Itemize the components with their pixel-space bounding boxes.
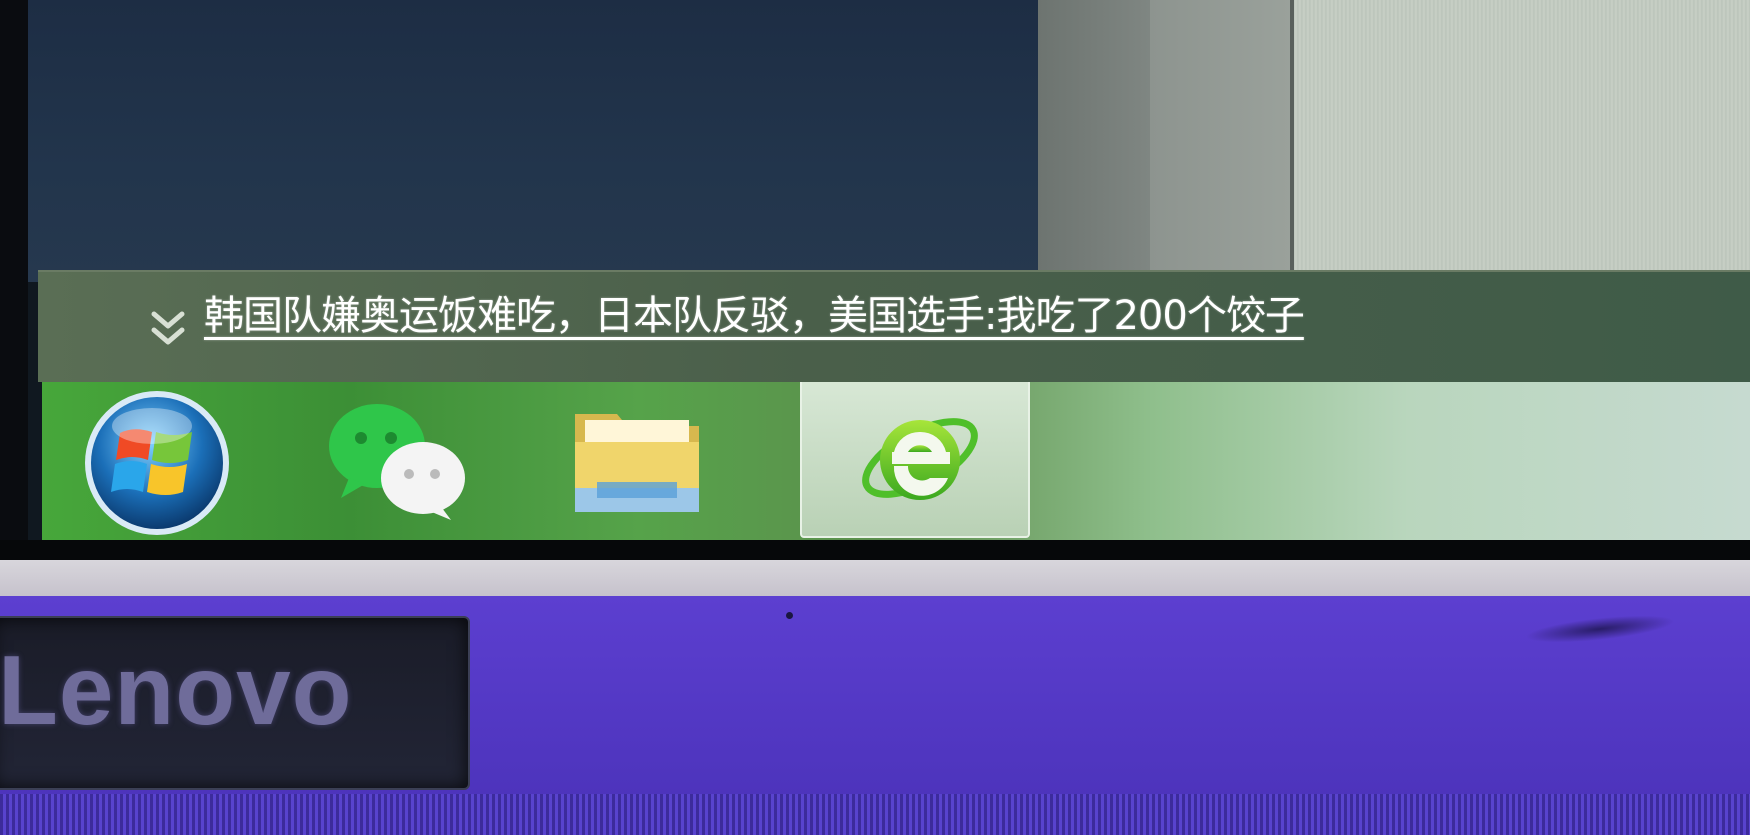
wechat-icon [329, 404, 465, 520]
bezel-speck [786, 612, 793, 619]
window-edge-grey-light [1150, 0, 1290, 282]
news-headline-link[interactable]: 韩国队嫌奥运饭难吃，日本队反驳，美国选手:我吃了200个饺子 [204, 286, 1305, 346]
taskbar-item-file-explorer[interactable] [557, 382, 717, 540]
dark-window-area [28, 0, 1038, 282]
taskbar-item-browser[interactable] [800, 382, 1030, 538]
brand-logo: Lenovo [0, 635, 353, 745]
taskbar [42, 382, 1750, 548]
window-edge-grey [1038, 0, 1150, 282]
folder-icon [575, 414, 699, 512]
monitor-screen: 韩国队嫌奥运饭难吃，日本队反驳，美国选手:我吃了200个饺子 [28, 0, 1750, 548]
start-button[interactable] [72, 382, 232, 540]
photo-of-monitor: 韩国队嫌奥运饭难吃，日本队反驳，美国选手:我吃了200个饺子 Lenovo [0, 0, 1750, 835]
ie-browser-icon [862, 418, 978, 500]
taskbar-item-wechat[interactable] [317, 382, 477, 540]
monitor-bezel [0, 560, 1750, 596]
window-divider [1290, 0, 1294, 282]
news-ticker-bar: 韩国队嫌奥运饭难吃，日本队反驳，美国选手:我吃了200个饺子 [38, 270, 1750, 382]
double-chevron-down-icon[interactable] [148, 308, 188, 352]
light-window-area [1290, 0, 1750, 282]
brand-logo-plate: Lenovo [0, 616, 470, 790]
windows-logo-icon [85, 391, 229, 535]
speaker-grille [0, 794, 1750, 835]
